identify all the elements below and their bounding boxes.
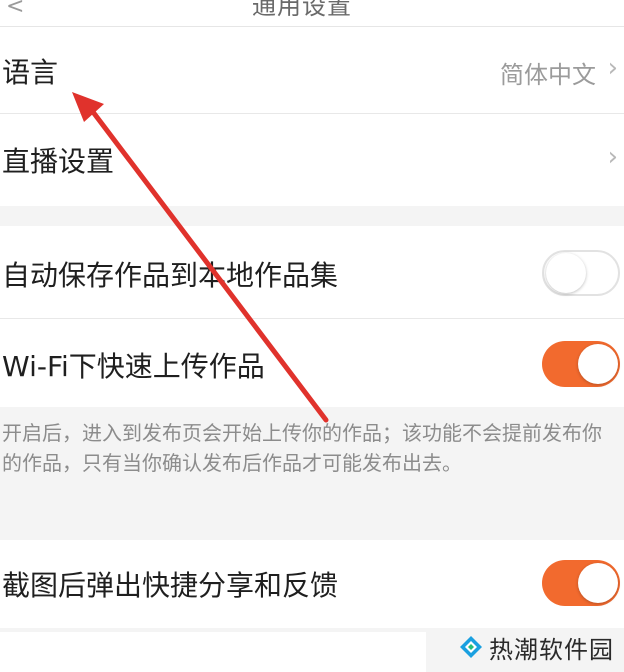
- toggle-knob: [546, 253, 586, 293]
- wifi-upload-label: Wi-Fi下快速上传作品: [2, 350, 265, 383]
- wifi-upload-toggle[interactable]: [542, 341, 620, 387]
- language-value: 简体中文: [500, 61, 596, 89]
- wifi-upload-setting-row: Wi-Fi下快速上传作品: [0, 319, 624, 407]
- auto-save-toggle[interactable]: [542, 250, 620, 296]
- page-title: 通用设置: [252, 0, 352, 20]
- diamond-logo-icon: [460, 636, 482, 658]
- live-setting-label: 直播设置: [2, 145, 115, 178]
- next-row-partial: [0, 632, 426, 672]
- watermark: 热潮软件园: [459, 630, 614, 664]
- toggle-knob: [578, 563, 618, 603]
- chevron-right-icon: ›: [607, 142, 618, 172]
- language-label: 语言: [2, 56, 59, 89]
- screenshot-share-label: 截图后弹出快捷分享和反馈: [2, 569, 339, 602]
- language-setting-row[interactable]: 语言 简体中文 ›: [0, 27, 624, 113]
- settings-page: < 通用设置 语言 简体中文 › 直播设置 › 自动保存作品到本地作品集 Wi-…: [0, 0, 624, 672]
- live-setting-row[interactable]: 直播设置 ›: [0, 114, 624, 206]
- auto-save-setting-row: 自动保存作品到本地作品集: [0, 226, 624, 318]
- chevron-right-icon: ›: [607, 53, 618, 83]
- screenshot-share-setting-row: 截图后弹出快捷分享和反馈: [0, 540, 624, 628]
- top-bar: < 通用设置: [0, 0, 624, 27]
- wifi-upload-description: 开启后，进入到发布页会开始上传你的作品；该功能不会提前发布你的作品，只有当你确认…: [2, 421, 602, 475]
- auto-save-label: 自动保存作品到本地作品集: [2, 259, 339, 292]
- watermark-text: 热潮软件园: [489, 635, 614, 664]
- toggle-knob: [578, 344, 618, 384]
- screenshot-share-toggle[interactable]: [542, 560, 620, 606]
- back-chevron-icon[interactable]: <: [6, 0, 24, 19]
